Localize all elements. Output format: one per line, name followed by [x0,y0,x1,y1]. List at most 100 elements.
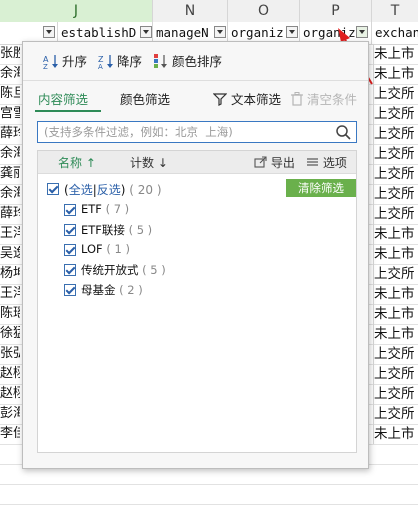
item-count: ( 7 ) [105,202,130,216]
item-name: ETF联接 [81,223,125,237]
row-exchange-cell[interactable]: 上交所 [373,404,418,424]
row-exchange-cell[interactable]: 上交所 [373,204,418,224]
filter-dropdown-button[interactable] [43,26,55,38]
row-name-cell[interactable]: 余海 [0,64,20,84]
select-all-label: (全选|反选) ( 20 ) [64,183,162,197]
col-name-label: 名称 [58,156,83,170]
list-item[interactable]: 母基金 ( 2 ) [48,280,348,300]
filter-tabs: 内容筛选 颜色筛选 文本筛选 清空条件 [23,81,368,113]
row-exchange-cell[interactable]: 上交所 [373,124,418,144]
value-list-header: 名称 ↑ 计数 ↓ 导出 选项 [38,151,356,174]
options-icon [307,158,318,166]
search-icon[interactable] [335,124,351,140]
sort-asc-icon: A Z [43,55,58,69]
row-name-cell[interactable]: 余海 [0,184,20,204]
row-exchange-cell[interactable]: 上交所 [373,264,418,284]
row-exchange-cell[interactable]: 未上市 [373,44,418,64]
header-cell-exchange[interactable]: exchan [372,22,418,44]
row-exchange-cell[interactable]: 未上市 [373,304,418,324]
row-name-cell[interactable]: 彭海 [0,404,20,424]
item-name: 传统开放式 [81,263,139,277]
filter-dropdown-button[interactable] [140,26,152,38]
tab-content-filter[interactable]: 内容筛选 [38,89,88,108]
filter-dropdown-button[interactable] [286,26,298,38]
row-name-cell[interactable]: 李佳 [0,424,20,444]
item-label: ETF ( 7 ) [81,202,129,216]
tab-color-filter[interactable]: 颜色筛选 [120,89,170,108]
row-name-cell[interactable]: 张弘 [0,344,20,364]
row-exchange-cell[interactable]: 上交所 [373,344,418,364]
row-exchange-cell[interactable]: 上交所 [373,104,418,124]
options-button[interactable]: 选项 [306,154,347,171]
clear-filter-button[interactable]: 清除筛选 [286,179,356,197]
sort-by-count-button[interactable]: 计数 ↓ [130,154,168,171]
row-exchange-cell[interactable]: 未上市 [373,424,418,444]
filter-panel: A Z 升序 Z A 降序 颜色排序 内容筛选 颜色筛选 文本筛选 清空条件 (… [22,41,369,469]
row-name-cell[interactable]: 余海 [0,144,20,164]
row-exchange-cell[interactable]: 上交所 [373,364,418,384]
row-exchange-cell[interactable]: 未上市 [373,224,418,244]
empty-row [0,484,418,505]
row-exchange-cell[interactable]: 未上市 [373,244,418,264]
row-name-cell[interactable]: 陈旦 [0,84,20,104]
item-name: 母基金 [81,283,116,297]
list-item[interactable]: 传统开放式 ( 5 ) [48,260,348,280]
column-letter-o[interactable]: O [228,0,300,22]
sort-asc-label: 升序 [62,54,88,69]
column-letter-j[interactable]: J [0,0,153,22]
list-item[interactable]: ETF联接 ( 5 ) [48,220,348,240]
row-exchange-cell[interactable]: 未上市 [373,284,418,304]
row-exchange-cell[interactable]: 上交所 [373,144,418,164]
row-name-cell[interactable]: 宫雪 [0,104,20,124]
row-name-cell[interactable]: 王洋 [0,224,20,244]
row-name-cell[interactable]: 吴逸 [0,244,20,264]
text-filter-button[interactable]: 文本筛选 [212,89,281,108]
checkbox[interactable] [64,244,76,256]
all-count: ( 20 ) [129,183,162,197]
row-name-cell[interactable]: 赵栩 [0,364,20,384]
row-name-cell[interactable]: 龚丽 [0,164,20,184]
row-name-cell[interactable]: 薛玲 [0,204,20,224]
checkbox[interactable] [64,204,76,216]
list-item-select-all[interactable]: (全选|反选) ( 20 ) 清除筛选 [38,179,356,199]
row-exchange-cell[interactable]: 上交所 [373,184,418,204]
checkbox[interactable] [64,224,76,236]
sort-by-name-button[interactable]: 名称 ↑ [58,154,96,171]
select-all-link[interactable]: 全选 [69,183,93,197]
row-exchange-cell[interactable]: 未上市 [373,324,418,344]
invert-selection-link[interactable]: 反选 [97,183,121,197]
filter-dropdown-button[interactable] [214,26,226,38]
column-letter-n[interactable]: N [153,0,228,22]
sort-descending-button[interactable]: Z A 降序 [98,53,142,71]
row-name-cell[interactable]: 薛玲 [0,124,20,144]
row-name-cell[interactable]: 王洋 [0,284,20,304]
row-exchange-cell[interactable]: 上交所 [373,384,418,404]
row-name-cell[interactable]: 陈瑶 [0,304,20,324]
sort-ascending-button[interactable]: A Z 升序 [43,53,87,71]
checkbox[interactable] [64,264,76,276]
export-button[interactable]: 导出 [254,154,295,171]
search-input[interactable] [44,122,330,142]
row-name-cell[interactable]: 张胜 [0,44,20,64]
clear-conditions-button[interactable]: 清空条件 [291,89,357,108]
column-letter-p[interactable]: P [300,0,372,22]
export-label: 导出 [270,156,295,170]
color-sort-icon [154,54,167,68]
row-exchange-cell[interactable]: 上交所 [373,84,418,104]
filter-dropdown-button-active[interactable] [356,26,368,38]
checkbox[interactable] [64,284,76,296]
row-exchange-cell[interactable]: 上交所 [373,164,418,184]
sort-desc-label: 降序 [117,54,143,69]
checkbox-select-all[interactable] [47,183,59,195]
column-letter-t[interactable]: T [372,0,418,22]
row-name-cell[interactable]: 徐猛 [0,324,20,344]
row-name-cell[interactable]: 赵栩 [0,384,20,404]
row-name-cell[interactable]: 杨坤 [0,264,20,284]
row-exchange-cell[interactable]: 未上市 [373,64,418,84]
column-header-row: J N O P T [0,0,418,23]
item-label: ETF联接 ( 5 ) [81,222,152,238]
list-item[interactable]: LOF ( 1 ) [48,240,348,260]
active-tab-underline [35,110,101,112]
sort-by-color-button[interactable]: 颜色排序 [153,53,222,71]
list-item[interactable]: ETF ( 7 ) [48,200,348,220]
